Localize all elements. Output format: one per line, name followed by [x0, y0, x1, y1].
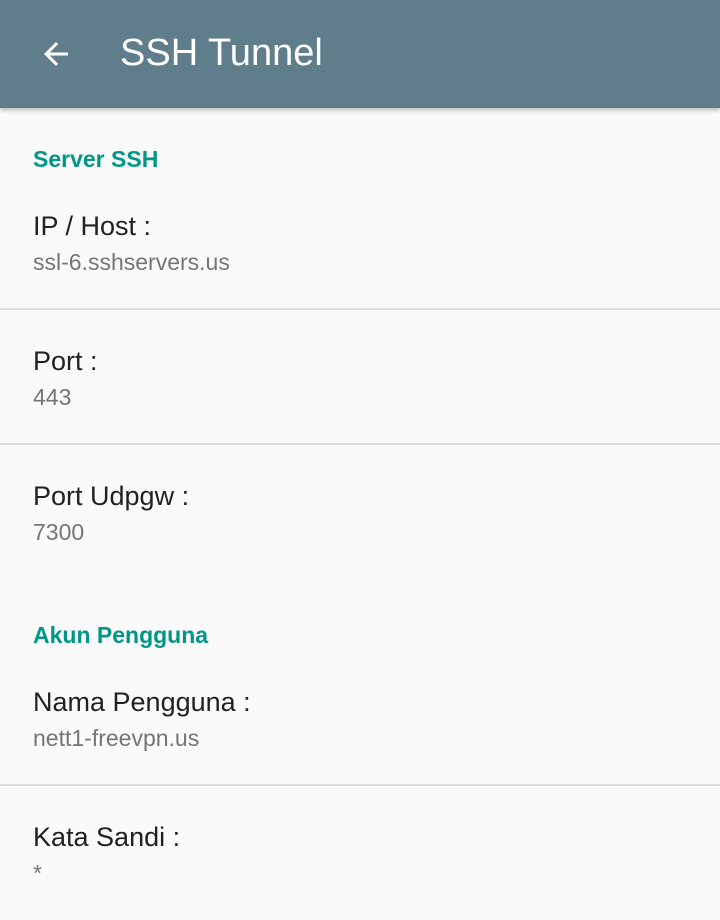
arrow-left-icon: [44, 42, 68, 66]
pref-title-username: Nama Pengguna :: [33, 687, 251, 717]
section-header-akun-pengguna: Akun Pengguna: [33, 622, 209, 648]
preferences-list: Server SSH IP / Host : ssl-6.sshservers.…: [0, 108, 720, 917]
pref-value-host: ssl-6.sshservers.us: [33, 249, 230, 275]
page-title: SSH Tunnel: [120, 32, 323, 74]
back-button[interactable]: [20, 18, 92, 90]
pref-value-port: 443: [33, 384, 72, 410]
pref-value-username: nett1-freevpn.us: [33, 725, 200, 751]
app-bar: SSH Tunnel: [0, 0, 720, 108]
pref-title-password: Kata Sandi :: [33, 822, 181, 852]
pref-title-host: IP / Host :: [33, 211, 152, 241]
pref-item-password[interactable]: Kata Sandi : *: [0, 786, 720, 917]
pref-item-host[interactable]: IP / Host : ssl-6.sshservers.us: [0, 173, 720, 308]
pref-item-username[interactable]: Nama Pengguna : nett1-freevpn.us: [0, 649, 720, 784]
pref-value-udpgw: 7300: [33, 519, 85, 545]
pref-value-password: *: [33, 860, 42, 886]
pref-title-port: Port :: [33, 346, 98, 376]
pref-title-udpgw: Port Udpgw :: [33, 481, 190, 511]
pref-item-port[interactable]: Port : 443: [0, 310, 720, 443]
section-header-server-ssh: Server SSH: [33, 146, 159, 172]
pref-item-udpgw[interactable]: Port Udpgw : 7300: [0, 445, 720, 586]
